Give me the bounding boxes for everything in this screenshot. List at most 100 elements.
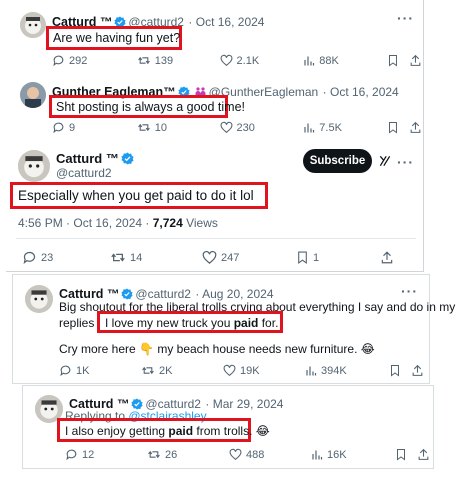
reply-icon (53, 122, 64, 134)
tweet-timestamp[interactable]: 4:56 PM · Oct 16, 2024 · (18, 216, 153, 230)
view-count: 16K (327, 448, 347, 461)
reply-count: 1K (76, 364, 90, 377)
bookmark-icon[interactable] (395, 448, 407, 461)
bookmark-count: 1 (313, 251, 320, 264)
reply-icon (66, 449, 77, 461)
retweet-count: 139 (154, 54, 174, 67)
retweet-icon (148, 450, 160, 459)
retweet-button[interactable]: 10 (137, 121, 220, 134)
tweet-text-line: Cry more here 👇 my beach house needs new… (59, 342, 375, 356)
author-handle[interactable]: @catturd2 (56, 166, 112, 180)
reply-button[interactable]: 23 (22, 250, 110, 265)
action-bar: 1K 2K 19K 394K (59, 364, 429, 377)
retweet-icon (111, 253, 125, 262)
like-count: 2.1K (236, 54, 260, 67)
retweet-button[interactable]: 2K (141, 364, 223, 377)
views-icon (312, 450, 323, 459)
laughing-emoji: 😂 (255, 424, 270, 438)
action-bar: 292 139 2.1K 88K (52, 54, 422, 67)
share-icon[interactable] (380, 250, 394, 265)
like-icon (220, 121, 232, 134)
tweet-date[interactable]: · Oct 16, 2024 (188, 15, 264, 29)
reply-count: 292 (69, 54, 88, 67)
tweet-text: Especially when you get paid to do it lo… (18, 188, 254, 203)
bookmark-icon (298, 251, 307, 264)
reply-count: 9 (69, 121, 76, 134)
tweet-text: I also enjoy getting paid from trolls. 😂 (65, 424, 270, 438)
author-handle[interactable]: @catturd2 (135, 287, 191, 301)
share-icon[interactable] (409, 121, 422, 134)
like-icon (220, 54, 232, 67)
avatar[interactable] (20, 12, 46, 38)
reply-button[interactable]: 292 (52, 54, 137, 67)
retweet-button[interactable]: 14 (110, 250, 202, 265)
thread-panel: Catturd ™ @catturd2 · Oct 16, 2024 ··· Ar… (6, 0, 424, 272)
views-count: 7,724 (152, 216, 183, 230)
tweet-text: Sht posting is always a good time! (56, 100, 245, 114)
tweet-text: Are we having fun yet? (53, 31, 181, 45)
avatar[interactable] (20, 82, 46, 108)
views-button[interactable]: 16K (311, 449, 395, 461)
view-count: 7.5K (319, 121, 342, 134)
like-button[interactable]: 247 (202, 250, 296, 265)
bookmark-icon[interactable] (389, 364, 401, 377)
subscribe-button[interactable]: Subscribe (303, 149, 372, 173)
laughing-emoji: 😂 (360, 342, 375, 356)
divider (16, 238, 416, 239)
author-name[interactable]: Catturd ™ (56, 151, 119, 166)
verified-badge-icon (121, 152, 134, 170)
share-icon[interactable] (409, 54, 422, 67)
retweet-button[interactable]: 139 (137, 54, 220, 67)
tweet-meta: 4:56 PM · Oct 16, 2024 · 7,724 Views (18, 216, 218, 230)
point-down-emoji: 👇 (139, 342, 154, 356)
views-button[interactable]: 88K (303, 55, 387, 67)
views-button[interactable]: 7.5K (303, 122, 387, 134)
bookmark-icon[interactable] (387, 54, 399, 67)
tweet-text-highlight: I love my new truck you paid for. (105, 316, 279, 330)
reply-button[interactable]: 1K (59, 364, 141, 377)
reply-count: 12 (82, 448, 95, 461)
like-button[interactable]: 2.1K (220, 54, 304, 67)
reply-button[interactable]: 12 (65, 448, 147, 461)
retweet-count: 10 (154, 121, 168, 134)
retweet-icon (137, 123, 150, 132)
like-count: 247 (221, 251, 240, 264)
views-icon (304, 123, 315, 132)
like-button[interactable]: 230 (220, 121, 304, 134)
more-icon[interactable]: ··· (397, 10, 414, 26)
views-icon (306, 366, 317, 375)
retweet-icon (137, 56, 150, 65)
reply-button[interactable]: 9 (52, 121, 137, 134)
action-bar: 23 14 247 1 (22, 250, 422, 265)
tweet-date[interactable]: · Aug 20, 2024 (195, 287, 273, 301)
retweet-count: 14 (130, 251, 143, 264)
like-icon (229, 448, 242, 461)
avatar[interactable] (18, 150, 50, 182)
tweet-card: Catturd ™ @catturd2 · Aug 20, 2024 ··· Bi… (12, 274, 455, 384)
like-button[interactable]: 488 (229, 448, 311, 461)
author-name[interactable]: Catturd ™ (59, 287, 119, 301)
bookmark-icon[interactable] (387, 121, 399, 134)
tweet-text-line: replies (59, 316, 95, 330)
share-icon[interactable] (417, 448, 430, 461)
like-count: 488 (246, 448, 265, 461)
more-icon[interactable]: ··· (397, 154, 414, 170)
views-button[interactable]: 394K (305, 365, 389, 377)
share-icon[interactable] (411, 364, 424, 377)
tweet-card: Catturd ™ @catturd2 · Mar 29, 2024 Replyi… (22, 385, 434, 469)
tweet-date[interactable]: · Mar 29, 2024 (205, 397, 283, 411)
like-button[interactable]: 19K (223, 364, 305, 377)
avatar[interactable] (25, 285, 53, 313)
more-icon[interactable]: ··· (401, 283, 418, 299)
like-count: 19K (240, 364, 260, 377)
action-bar: 12 26 488 16K (65, 448, 431, 461)
view-count: 88K (319, 54, 339, 67)
bookmark-button[interactable]: 1 (296, 250, 380, 265)
tweet-date[interactable]: · Oct 16, 2024 (323, 85, 399, 99)
retweet-button[interactable]: 26 (147, 448, 229, 461)
retweet-count: 26 (165, 448, 178, 461)
retweet-icon (142, 366, 154, 375)
reply-count: 23 (41, 251, 54, 264)
grok-icon[interactable] (378, 154, 392, 173)
like-count: 230 (236, 121, 255, 134)
